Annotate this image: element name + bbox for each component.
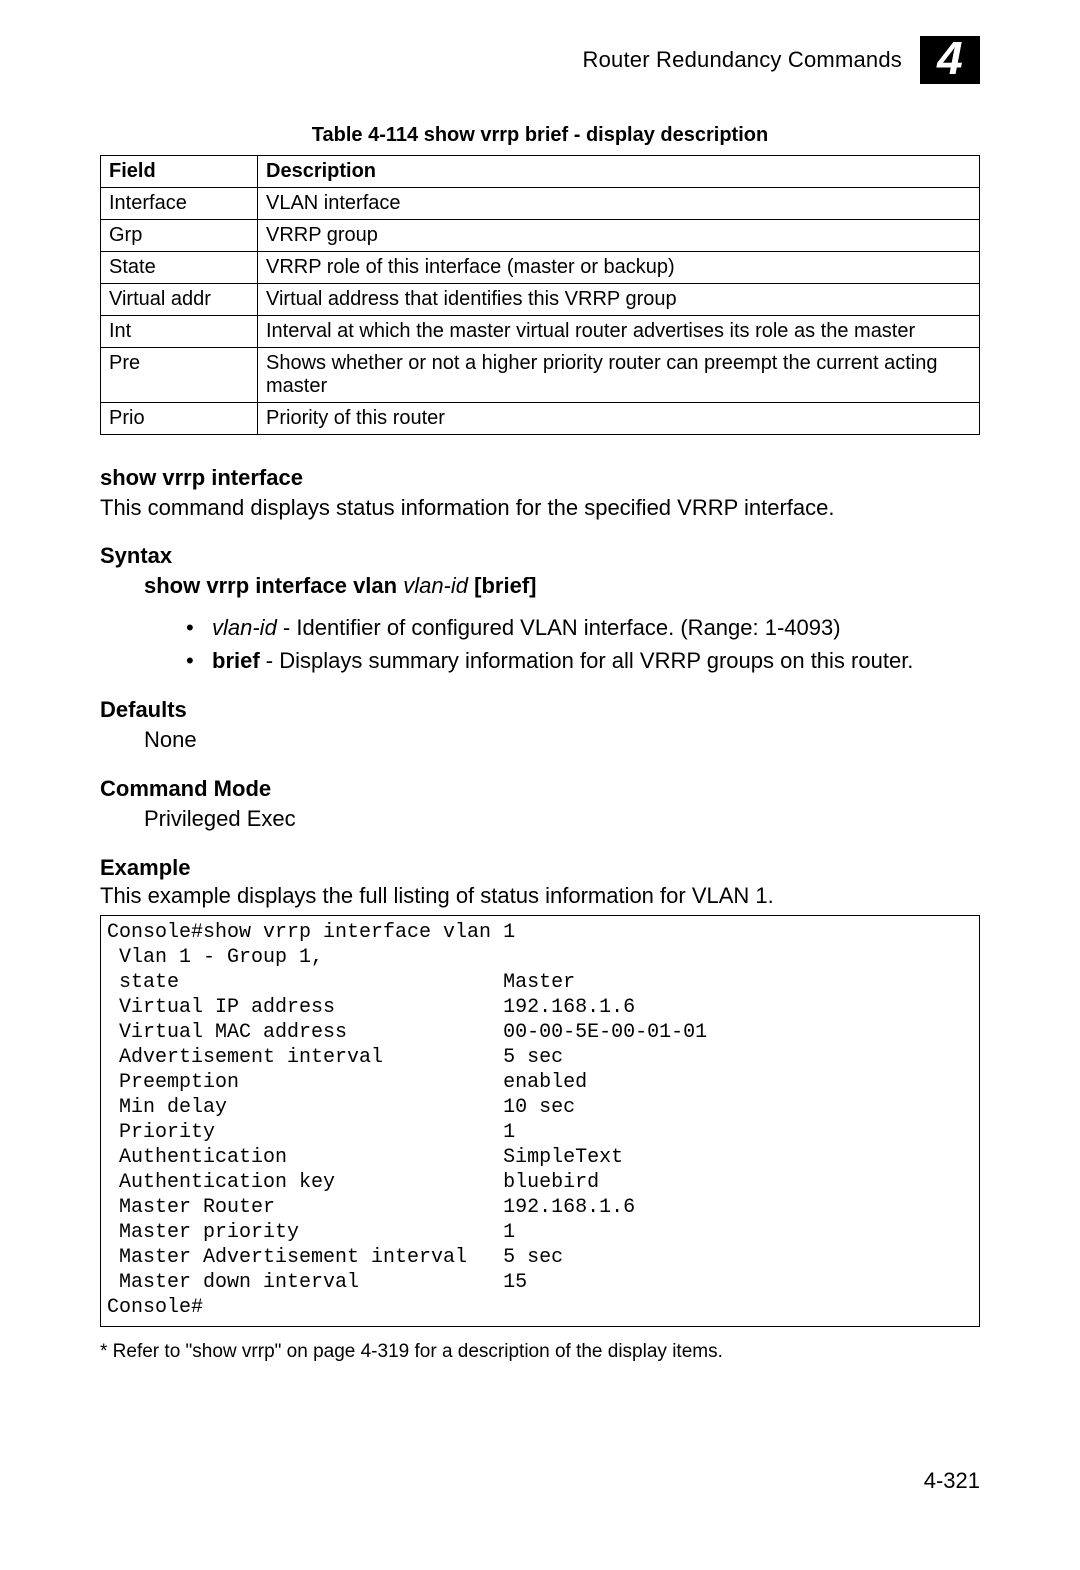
- cell-description: Priority of this router: [258, 403, 980, 435]
- cell-field: Grp: [101, 220, 258, 252]
- table-row: Prio Priority of this router: [101, 403, 980, 435]
- cell-field: Interface: [101, 188, 258, 220]
- command-section: show vrrp interface This command display…: [100, 465, 980, 523]
- syntax-bullets: vlan-id - Identifier of configured VLAN …: [100, 611, 980, 677]
- code-block: Console#show vrrp interface vlan 1 Vlan …: [100, 915, 980, 1327]
- th-description: Description: [258, 156, 980, 188]
- cell-field: State: [101, 252, 258, 284]
- example-intro: This example displays the full listing o…: [100, 883, 980, 909]
- syntax-italic: vlan-id: [403, 573, 468, 598]
- defaults-label: Defaults: [100, 697, 980, 723]
- syntax-bold: ]: [529, 573, 536, 598]
- table-caption: Table 4-114 show vrrp brief - display de…: [100, 124, 980, 147]
- mode-value: Privileged Exec: [100, 804, 980, 835]
- table-row: State VRRP role of this interface (maste…: [101, 252, 980, 284]
- syntax-bullet: vlan-id - Identifier of configured VLAN …: [100, 611, 980, 644]
- page: Router Redundancy Commands 4 Table 4-114…: [0, 0, 1080, 1534]
- example-label: Example: [100, 855, 980, 881]
- chapter-badge: 4: [920, 36, 980, 84]
- th-field: Field: [101, 156, 258, 188]
- command-description: This command displays status information…: [100, 493, 980, 523]
- table-row: Pre Shows whether or not a higher priori…: [101, 348, 980, 403]
- cell-field: Virtual addr: [101, 284, 258, 316]
- cell-description: VRRP group: [258, 220, 980, 252]
- cell-description: Interval at which the master virtual rou…: [258, 316, 980, 348]
- cell-description: Virtual address that identifies this VRR…: [258, 284, 980, 316]
- defaults-value: None: [100, 725, 980, 756]
- syntax-bullet: brief - Displays summary information for…: [100, 644, 980, 677]
- command-name: show vrrp interface: [100, 465, 980, 491]
- table-header-row: Field Description: [101, 156, 980, 188]
- cell-field: Prio: [101, 403, 258, 435]
- syntax-line: show vrrp interface vlan vlan-id [brief]: [100, 571, 980, 602]
- table-row: Virtual addr Virtual address that identi…: [101, 284, 980, 316]
- bullet-bold: brief: [212, 648, 260, 673]
- table-row: Grp VRRP group: [101, 220, 980, 252]
- bullet-text: - Identifier of configured VLAN interfac…: [277, 615, 841, 640]
- code-text: Console#show vrrp interface vlan 1 Vlan …: [107, 920, 973, 1320]
- description-table: Field Description Interface VLAN interfa…: [100, 155, 980, 435]
- cell-description: Shows whether or not a higher priority r…: [258, 348, 980, 403]
- mode-label: Command Mode: [100, 776, 980, 802]
- cell-description: VRRP role of this interface (master or b…: [258, 252, 980, 284]
- cell-field: Int: [101, 316, 258, 348]
- chapter-number: 4: [937, 35, 963, 81]
- bullet-italic: vlan-id: [212, 615, 277, 640]
- syntax-bold: show vrrp interface vlan: [144, 573, 403, 598]
- page-header: Router Redundancy Commands 4: [100, 36, 980, 84]
- page-number: 4-321: [924, 1468, 980, 1494]
- syntax-bold: brief: [481, 573, 529, 598]
- table-row: Interface VLAN interface: [101, 188, 980, 220]
- syntax-bold: [: [468, 573, 481, 598]
- table-row: Int Interval at which the master virtual…: [101, 316, 980, 348]
- bullet-text: - Displays summary information for all V…: [260, 648, 914, 673]
- header-title: Router Redundancy Commands: [583, 47, 902, 73]
- cell-description: VLAN interface: [258, 188, 980, 220]
- cell-field: Pre: [101, 348, 258, 403]
- syntax-label: Syntax: [100, 543, 980, 569]
- footnote: * Refer to "show vrrp" on page 4-319 for…: [100, 1341, 980, 1363]
